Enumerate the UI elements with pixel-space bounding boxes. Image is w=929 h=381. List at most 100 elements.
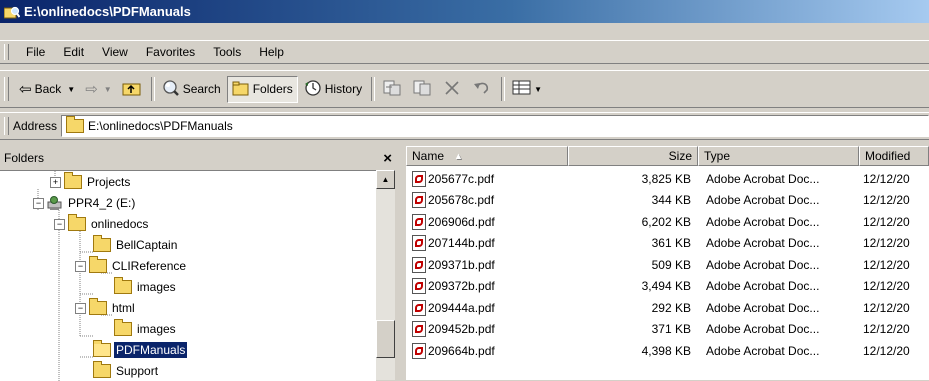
collapse-icon[interactable]: −: [54, 218, 65, 230]
file-row[interactable]: 209444a.pdf 292 KB Adobe Acrobat Doc... 12/…: [406, 297, 929, 318]
collapse-icon[interactable]: −: [75, 302, 86, 314]
menu-edit[interactable]: Edit: [54, 45, 93, 59]
delete-button[interactable]: [438, 76, 466, 103]
chevron-down-icon[interactable]: ▼: [534, 85, 542, 94]
file-name-cell: 209444a.pdf: [406, 299, 596, 316]
copy-to-button[interactable]: [408, 76, 436, 103]
tree-item[interactable]: − html: [75, 298, 137, 318]
tree-item-label: PDFManuals: [114, 342, 188, 358]
title-bar[interactable]: E:\onlinedocs\PDFManuals: [0, 0, 929, 23]
menu-file[interactable]: File: [17, 45, 54, 59]
file-type: Adobe Acrobat Doc...: [706, 236, 820, 250]
column-header-modified[interactable]: Modified: [859, 146, 929, 166]
history-button[interactable]: History: [300, 77, 366, 102]
folder-icon: [64, 172, 82, 189]
folder-tree[interactable]: + Projects − PPR4_2 (E:) − onlinedocs BellCapt…: [0, 170, 376, 381]
file-type: Adobe Acrobat Doc...: [706, 257, 820, 272]
menubar-grip[interactable]: [4, 44, 9, 60]
column-header-type-label: Type: [704, 149, 731, 163]
expand-icon[interactable]: +: [50, 176, 61, 188]
tree-item[interactable]: BellCaptain: [93, 235, 179, 255]
menu-view[interactable]: View: [93, 45, 137, 59]
menu-favorites[interactable]: Favorites: [137, 45, 204, 59]
file-row[interactable]: 206906d.pdf 6,202 KB Adobe Acrobat Doc... 1…: [406, 211, 929, 232]
file-name-cell: 207144b.pdf: [406, 235, 596, 251]
tree-item[interactable]: images: [114, 319, 178, 339]
folder-icon: [89, 256, 107, 273]
column-header-name[interactable]: Name ▲: [406, 146, 568, 166]
file-size: 361 KB: [651, 236, 691, 250]
file-row[interactable]: 205677c.pdf 3,825 KB Adobe Acrobat Doc... 1…: [406, 168, 929, 189]
move-to-icon: [382, 79, 402, 100]
sort-ascending-icon: ▲: [454, 151, 463, 161]
column-header-modified-label: Modified: [865, 149, 911, 163]
folders-button-label: Folders: [252, 82, 293, 96]
close-icon[interactable]: ×: [383, 150, 392, 167]
file-name: 205678c.pdf: [428, 193, 495, 207]
scroll-up-button[interactable]: ▲: [376, 170, 395, 189]
file-row[interactable]: 209664b.pdf 4,398 KB Adobe Acrobat Doc... 1…: [406, 340, 929, 361]
file-name-cell: 209372b.pdf: [406, 278, 596, 294]
views-grid-icon: [512, 80, 532, 99]
file-name: 209372b.pdf: [428, 279, 495, 293]
pane-splitter[interactable]: [398, 146, 406, 380]
move-to-button[interactable]: [378, 76, 406, 103]
open-folder-icon: [93, 340, 111, 357]
pdf-file-icon: [412, 213, 426, 230]
file-type: Adobe Acrobat Doc...: [706, 171, 820, 186]
scroll-thumb[interactable]: [376, 320, 395, 358]
file-modified: 12/12/20: [863, 322, 910, 336]
tree-item[interactable]: PDFManuals: [93, 340, 188, 360]
tree-item[interactable]: − onlinedocs: [54, 214, 150, 234]
file-type: Adobe Acrobat Doc...: [706, 322, 820, 336]
up-folder-button[interactable]: [118, 77, 146, 102]
tree-item[interactable]: − PPR4_2 (E:): [33, 193, 137, 213]
tree-item-label: CLIReference: [112, 259, 187, 273]
file-row[interactable]: 207144b.pdf 361 KB Adobe Acrobat Doc... 12/…: [406, 233, 929, 254]
file-modified: 12/12/20: [863, 236, 910, 250]
collapse-icon[interactable]: −: [33, 197, 44, 209]
forward-button[interactable]: ⇨ ▼: [81, 77, 116, 101]
back-button[interactable]: ⇦ Back ▼: [15, 77, 79, 101]
file-modified: 12/12/20: [863, 343, 910, 358]
history-clock-icon: [304, 79, 322, 99]
file-row[interactable]: 209452b.pdf 371 KB Adobe Acrobat Doc... 12/…: [406, 319, 929, 340]
history-button-label: History: [324, 82, 363, 96]
address-input[interactable]: E:\onlinedocs\PDFManuals: [61, 115, 929, 137]
menu-tools[interactable]: Tools: [204, 45, 250, 59]
tree-item[interactable]: − CLIReference: [75, 256, 188, 276]
file-name-cell: 206906d.pdf: [406, 213, 596, 230]
file-size: 3,494 KB: [641, 279, 691, 293]
addressbar-grip[interactable]: [4, 117, 9, 135]
column-header-size-label: Size: [668, 149, 692, 163]
chevron-down-icon[interactable]: ▼: [67, 85, 75, 94]
file-row[interactable]: 209372b.pdf 3,494 KB Adobe Acrobat Doc... 1…: [406, 276, 929, 297]
toolbar-separator: [501, 77, 506, 101]
up-folder-icon: [122, 80, 142, 99]
file-size: 4,398 KB: [641, 343, 691, 358]
file-name: 206906d.pdf: [428, 214, 495, 229]
tree-vertical-scrollbar[interactable]: ▲: [376, 170, 395, 380]
tree-item[interactable]: images: [114, 277, 178, 297]
tree-item-label: images: [137, 280, 176, 294]
file-row[interactable]: 209371b.pdf 509 KB Adobe Acrobat Doc... 12/…: [406, 254, 929, 275]
file-row[interactable]: 205678c.pdf 344 KB Adobe Acrobat Doc... 12/…: [406, 190, 929, 211]
column-header-type[interactable]: Type: [698, 146, 859, 166]
collapse-icon[interactable]: −: [75, 260, 86, 272]
folders-button[interactable]: Folders: [226, 75, 298, 103]
tree-item[interactable]: + Projects: [50, 172, 132, 192]
toolbar-grip[interactable]: [4, 77, 9, 101]
pdf-file-icon: [412, 235, 426, 251]
views-button[interactable]: ▼: [508, 77, 546, 102]
standard-toolbar: ⇦ Back ▼ ⇨ ▼ Search Folders History ▼: [0, 70, 929, 108]
column-header-size[interactable]: Size: [568, 146, 698, 166]
file-name-cell: 209664b.pdf: [406, 342, 596, 359]
file-type: Adobe Acrobat Doc...: [706, 279, 820, 293]
search-button[interactable]: Search: [158, 77, 225, 102]
undo-button[interactable]: [468, 76, 496, 103]
tree-item[interactable]: Support: [93, 361, 160, 381]
file-type: Adobe Acrobat Doc...: [706, 343, 820, 358]
menu-help[interactable]: Help: [250, 45, 293, 59]
folder-icon: [114, 319, 132, 336]
chevron-down-icon[interactable]: ▼: [104, 85, 112, 94]
